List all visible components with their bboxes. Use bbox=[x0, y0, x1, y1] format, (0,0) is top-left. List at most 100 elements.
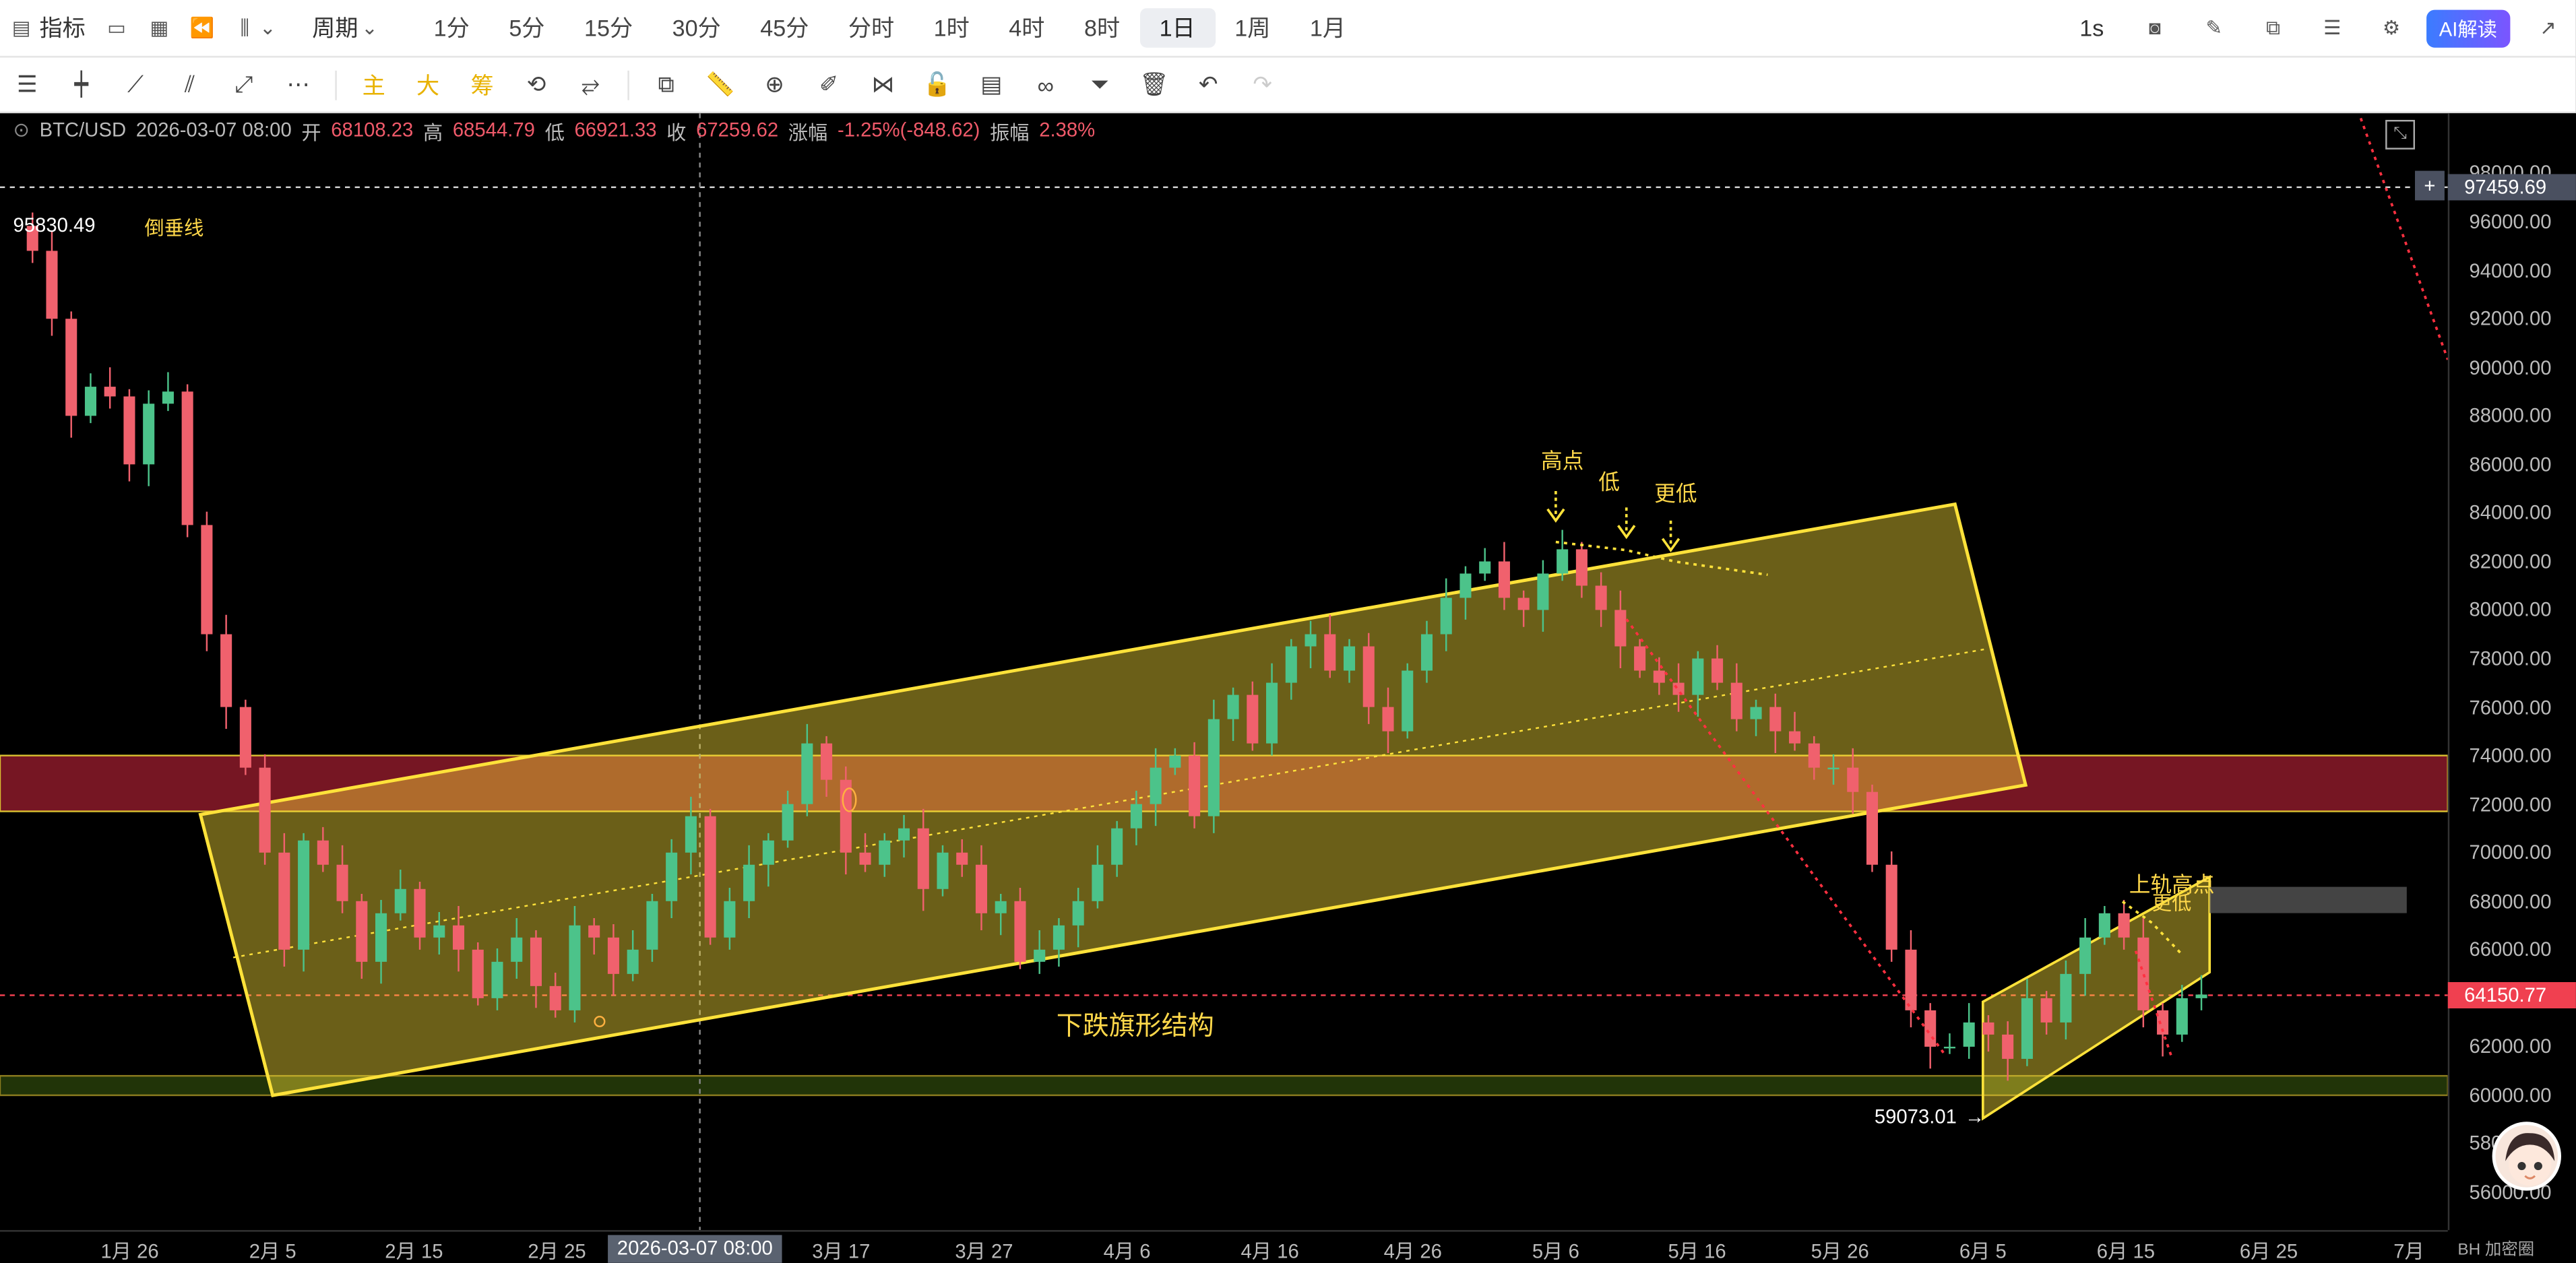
gear-icon[interactable]: ⚙ bbox=[2380, 16, 2403, 39]
candle-body bbox=[1963, 1022, 1975, 1047]
assistant-avatar[interactable] bbox=[2492, 1122, 2561, 1191]
grid-button[interactable]: ▦ bbox=[138, 8, 181, 48]
time-tick: 3月 17 bbox=[812, 1239, 871, 1263]
indicator-button[interactable]: ▤ 指标 bbox=[0, 8, 95, 48]
add-alert-icon[interactable]: + bbox=[2415, 170, 2445, 201]
ai-interpret-button[interactable]: AI解读 bbox=[2426, 9, 2511, 47]
undo-icon[interactable]: ↶ bbox=[1181, 63, 1235, 106]
watermark-label: BH 加密圈 bbox=[2457, 1241, 2535, 1260]
price-tick: 76000.00 bbox=[2469, 695, 2552, 719]
zoom-icon[interactable]: ⊕ bbox=[747, 63, 801, 106]
copy-icon[interactable]: ⧉ bbox=[639, 63, 693, 106]
camera-icon[interactable]: ◙ bbox=[2143, 16, 2166, 39]
period-dropdown[interactable]: 周期 ⌄ bbox=[303, 8, 391, 48]
divider bbox=[627, 69, 629, 100]
trend-line-tool-icon[interactable]: ⟋ bbox=[108, 63, 162, 106]
template-icon[interactable]: ▤ bbox=[964, 63, 1018, 106]
fib-tool-icon[interactable]: ⥂ bbox=[563, 63, 617, 106]
open-value: 68108.23 bbox=[331, 118, 414, 141]
big-chart-toggle[interactable]: 大 bbox=[401, 63, 455, 106]
price-tick: 92000.00 bbox=[2469, 307, 2552, 331]
chip-toggle[interactable]: 筹 bbox=[455, 63, 509, 106]
pattern-label: 下跌旗形结构 bbox=[1056, 1013, 1214, 1041]
high-marker-label: 95830.49 bbox=[13, 213, 96, 237]
lower-low-2-label: 更低 bbox=[2151, 891, 2192, 915]
period-8[interactable]: 8时 bbox=[1065, 8, 1140, 48]
period-7[interactable]: 4时 bbox=[989, 8, 1065, 48]
candle-body bbox=[2176, 998, 2188, 1035]
more-icon[interactable]: ⋯ bbox=[271, 63, 325, 106]
symbol-label: BTC/USD bbox=[39, 118, 127, 141]
interval-label[interactable]: 1s bbox=[2079, 15, 2104, 41]
pen-icon[interactable]: ✎ bbox=[2203, 16, 2226, 39]
period-4[interactable]: 45分 bbox=[741, 8, 829, 48]
period-9[interactable]: 1日 bbox=[1139, 8, 1216, 48]
candle-body bbox=[259, 767, 271, 853]
export-icon[interactable]: ⧉ bbox=[2261, 15, 2284, 39]
price-chart[interactable]: ⊙ BTC/USD 2026-03-07 08:00 开 68108.23 高 68… bbox=[0, 113, 2576, 1263]
menu-icon[interactable]: ☰ bbox=[0, 63, 54, 106]
candle-type-button[interactable]: ⫼ ⌄ bbox=[224, 8, 290, 48]
candle-body bbox=[1924, 1010, 1937, 1047]
ray-tool-icon[interactable]: ⤢ bbox=[217, 63, 271, 106]
candle-body bbox=[65, 319, 77, 416]
time-tick: 4月 26 bbox=[1383, 1239, 1442, 1263]
candle-body bbox=[1905, 949, 1917, 1010]
magnet-icon[interactable]: ⋈ bbox=[856, 63, 910, 106]
candle-body bbox=[1479, 561, 1491, 574]
filter-icon[interactable]: ⏷ bbox=[1073, 63, 1127, 106]
high-point-label: 高点 bbox=[1540, 448, 1584, 474]
candle-body bbox=[298, 840, 310, 950]
candle-body bbox=[995, 901, 1007, 913]
link-icon[interactable]: ∞ bbox=[1019, 63, 1073, 106]
list-icon[interactable]: ☰ bbox=[2321, 16, 2344, 39]
candle-body bbox=[375, 913, 387, 962]
candle-body bbox=[1343, 646, 1356, 671]
collapse-icon[interactable]: ⊙ bbox=[13, 119, 30, 146]
crosshair-price-tag: 97459.69 bbox=[2447, 174, 2576, 201]
fullscreen-icon[interactable]: ⤡ bbox=[2385, 119, 2416, 150]
cycle-tool-icon[interactable]: ⟲ bbox=[509, 63, 563, 106]
candle-body bbox=[801, 743, 813, 804]
period-1[interactable]: 5分 bbox=[489, 8, 565, 48]
candle-body bbox=[1092, 864, 1104, 901]
rewind-button[interactable]: ⏪ bbox=[181, 8, 223, 48]
gray-bar bbox=[2209, 886, 2407, 913]
redo-icon[interactable]: ↷ bbox=[1235, 63, 1289, 106]
brush-icon[interactable]: ✐ bbox=[802, 63, 856, 106]
candle-body bbox=[1557, 549, 1569, 574]
candle-body bbox=[821, 743, 833, 780]
candle-body bbox=[1285, 646, 1297, 683]
trash-icon[interactable]: 🗑 bbox=[1127, 63, 1181, 106]
candle-body bbox=[607, 937, 619, 974]
chart-plot[interactable] bbox=[0, 113, 2448, 1231]
period-2[interactable]: 15分 bbox=[565, 8, 653, 48]
low-value-label: 59073.01 bbox=[1874, 1105, 1957, 1128]
legend-datetime: 2026-03-07 08:00 bbox=[135, 118, 292, 141]
candle-body bbox=[1750, 707, 1762, 719]
price-axis[interactable]: 98000.00 96000.00 94000.00 92000.00 90000.00… bbox=[2447, 113, 2576, 1231]
candle-body bbox=[1111, 828, 1123, 865]
period-3[interactable]: 30分 bbox=[652, 8, 741, 48]
parallel-tool-icon[interactable]: ⫽ bbox=[162, 63, 216, 106]
time-axis[interactable]: 1月 26 2月 5 2月 15 2月 25 3月 17 3月 27 4月 6 4月 16 4月… bbox=[0, 1230, 2448, 1263]
candle-body bbox=[1982, 1022, 1994, 1035]
period-6[interactable]: 1时 bbox=[914, 8, 989, 48]
period-5[interactable]: 分时 bbox=[829, 8, 914, 48]
candles-icon: ⫼ bbox=[240, 15, 250, 39]
lock-icon[interactable]: 🔓 bbox=[910, 63, 964, 106]
main-chart-toggle[interactable]: 主 bbox=[346, 63, 400, 106]
candle-body bbox=[1130, 804, 1142, 829]
period-10[interactable]: 1周 bbox=[1215, 8, 1290, 48]
candle-body bbox=[317, 840, 329, 865]
time-tick: 5月 6 bbox=[1532, 1239, 1579, 1263]
period-11[interactable]: 1月 bbox=[1290, 8, 1366, 48]
period-0[interactable]: 1分 bbox=[414, 8, 489, 48]
candle-body bbox=[956, 852, 968, 865]
horizontal-line-tool-icon[interactable]: ┿ bbox=[54, 63, 108, 106]
ruler-icon[interactable]: 📏 bbox=[693, 63, 747, 106]
layout-button[interactable]: ▭ bbox=[95, 8, 137, 48]
candle-body bbox=[782, 804, 794, 841]
share-icon[interactable]: ↗ bbox=[2536, 16, 2559, 39]
candle-body bbox=[1537, 573, 1549, 610]
